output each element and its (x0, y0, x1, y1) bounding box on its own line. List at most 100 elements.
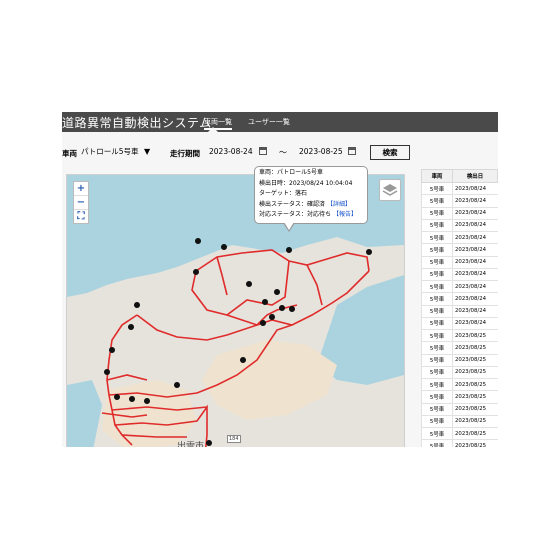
layers-button[interactable] (379, 179, 401, 201)
cell-detected-date: 2023/08/24 (452, 182, 498, 196)
filter-bar: 車両 パトロール5号車 ▼ 走行期間 2023-08-24 ～ 2023-08-… (62, 145, 498, 161)
vehicle-label: 車両 (62, 149, 77, 158)
fullscreen-button[interactable]: ⛶ (74, 210, 88, 223)
range-separator: ～ (279, 148, 287, 157)
cell-vehicle: 5号車 (421, 341, 453, 355)
cell-vehicle: 5号車 (421, 280, 453, 294)
cell-detected-date: 2023/08/24 (452, 268, 498, 282)
zoom-controls: + − ⛶ (73, 181, 89, 224)
cell-detected-date: 2023/08/25 (452, 427, 498, 441)
cell-detected-date: 2023/08/24 (452, 292, 498, 306)
detection-popup: 車両：パトロール5号車 検出日時：2023/08/24 10:04:04 ターゲ… (254, 166, 368, 224)
table-row[interactable]: 5号車 2023/08/25 (421, 354, 498, 367)
table-row[interactable]: 5号車 2023/08/24 (421, 194, 498, 208)
period-label: 走行期間 (170, 149, 200, 158)
cell-detected-date: 2023/08/25 (452, 354, 498, 367)
cell-detected-date: 2023/08/25 (452, 378, 498, 392)
cell-detected-date: 2023/08/24 (452, 256, 498, 269)
report-link[interactable]: 【報告】 (333, 211, 357, 218)
date-to-input[interactable]: 2023-08-25 (299, 146, 343, 158)
cell-detected-date: 2023/08/24 (452, 219, 498, 233)
table-row[interactable]: 5号車 2023/08/25 (421, 341, 498, 355)
cell-vehicle: 5号車 (421, 256, 453, 269)
table-row[interactable]: 5号車 2023/08/24 (421, 207, 498, 220)
col-vehicle-header[interactable]: 車両 (421, 169, 453, 183)
layers-icon (382, 184, 398, 196)
cell-vehicle: 5号車 (421, 439, 453, 447)
table-row[interactable]: 5号車 2023/08/24 (421, 231, 498, 245)
cell-vehicle: 5号車 (421, 292, 453, 306)
cell-detected-date: 2023/08/25 (452, 415, 498, 429)
table-row[interactable]: 5号車 2023/08/24 (421, 219, 498, 233)
popup-target: ターゲット：落石 (259, 190, 308, 197)
zoom-out-button[interactable]: − (74, 196, 88, 210)
calendar-icon[interactable] (259, 147, 267, 155)
detail-link[interactable]: 【詳細】 (327, 201, 351, 208)
popup-detected-at: 検出日時：2023/08/24 10:04:04 (259, 179, 353, 187)
cell-detected-date: 2023/08/25 (452, 439, 498, 447)
popup-response-status: 対応ステータス：対応待ち 【報告】 (259, 210, 363, 221)
vehicle-select-value: パトロール5号車 (81, 147, 139, 156)
popup-detect-status: 検出ステータス：確認済 【詳細】 (259, 200, 363, 211)
cell-detected-date: 2023/08/25 (452, 403, 498, 416)
cell-detected-date: 2023/08/24 (452, 207, 498, 220)
table-row[interactable]: 5号車 2023/08/25 (421, 403, 498, 416)
table-row[interactable]: 5号車 2023/08/25 (421, 329, 498, 343)
date-from-input[interactable]: 2023-08-24 (209, 146, 253, 158)
table-row[interactable]: 5号車 2023/08/25 (421, 390, 498, 404)
table-row[interactable]: 5号車 2023/08/24 (421, 292, 498, 306)
cell-vehicle: 5号車 (421, 243, 453, 257)
cell-vehicle: 5号車 (421, 268, 453, 282)
table-row[interactable]: 5号車 2023/08/24 (421, 256, 498, 269)
table-row[interactable]: 5号車 2023/08/24 (421, 305, 498, 318)
cell-vehicle: 5号車 (421, 427, 453, 441)
cell-detected-date: 2023/08/24 (452, 243, 498, 257)
table-row[interactable]: 5号車 2023/08/25 (421, 439, 498, 447)
cell-vehicle: 5号車 (421, 219, 453, 233)
road-number-label: 184 (227, 435, 241, 443)
app-title: 道路異常自動検出システム (62, 116, 212, 130)
col-detected-date-header[interactable]: 検出日 (452, 169, 498, 183)
cell-detected-date: 2023/08/24 (452, 305, 498, 318)
cell-detected-date: 2023/08/24 (452, 231, 498, 245)
search-button[interactable]: 検索 (370, 145, 410, 160)
active-nav-indicator (208, 127, 218, 132)
table-row[interactable]: 5号車 2023/08/24 (421, 317, 498, 331)
cell-vehicle: 5号車 (421, 317, 453, 331)
table-row[interactable]: 5号車 2023/08/24 (421, 280, 498, 294)
cell-detected-date: 2023/08/25 (452, 366, 498, 380)
city-label: 出雲市 (177, 442, 205, 447)
zoom-in-button[interactable]: + (74, 182, 88, 196)
vehicle-select[interactable]: パトロール5号車 ▼ (81, 146, 155, 158)
app-window: 道路異常自動検出システム 車両一覧 ユーザー一覧 車両 パトロール5号車 ▼ 走… (62, 112, 498, 447)
table-body: 5号車 2023/08/24 5号車 2023/08/24 5号車 2023/08/24 5… (421, 182, 498, 447)
cell-vehicle: 5号車 (421, 378, 453, 392)
cell-vehicle: 5号車 (421, 305, 453, 318)
calendar-icon[interactable] (348, 147, 356, 155)
table-row[interactable]: 5号車 2023/08/25 (421, 378, 498, 392)
cell-vehicle: 5号車 (421, 403, 453, 416)
detection-table: 車両 検出日 5号車 2023/08/24 5号車 2023/08/24 5号車 2023… (421, 169, 498, 447)
cell-detected-date: 2023/08/25 (452, 329, 498, 343)
cell-detected-date: 2023/08/25 (452, 341, 498, 355)
cell-detected-date: 2023/08/24 (452, 280, 498, 294)
table-row[interactable]: 5号車 2023/08/24 (421, 243, 498, 257)
cell-vehicle: 5号車 (421, 366, 453, 380)
cell-vehicle: 5号車 (421, 207, 453, 220)
chevron-down-icon: ▼ (144, 147, 151, 156)
table-row[interactable]: 5号車 2023/08/25 (421, 415, 498, 429)
nav-user-list[interactable]: ユーザー一覧 (248, 117, 290, 127)
table-row[interactable]: 5号車 2023/08/24 (421, 268, 498, 282)
cell-vehicle: 5号車 (421, 182, 453, 196)
table-row[interactable]: 5号車 2023/08/24 (421, 182, 498, 196)
cell-detected-date: 2023/08/25 (452, 390, 498, 404)
cell-vehicle: 5号車 (421, 329, 453, 343)
cell-vehicle: 5号車 (421, 415, 453, 429)
popup-response-status-text: 対応ステータス：対応待ち (259, 211, 332, 218)
cell-detected-date: 2023/08/24 (452, 194, 498, 208)
table-row[interactable]: 5号車 2023/08/25 (421, 427, 498, 441)
table-row[interactable]: 5号車 2023/08/25 (421, 366, 498, 380)
popup-pointer-fill (284, 222, 294, 230)
top-bar: 道路異常自動検出システム 車両一覧 ユーザー一覧 (62, 112, 498, 132)
popup-detect-status-text: 検出ステータス：確認済 (259, 200, 326, 208)
